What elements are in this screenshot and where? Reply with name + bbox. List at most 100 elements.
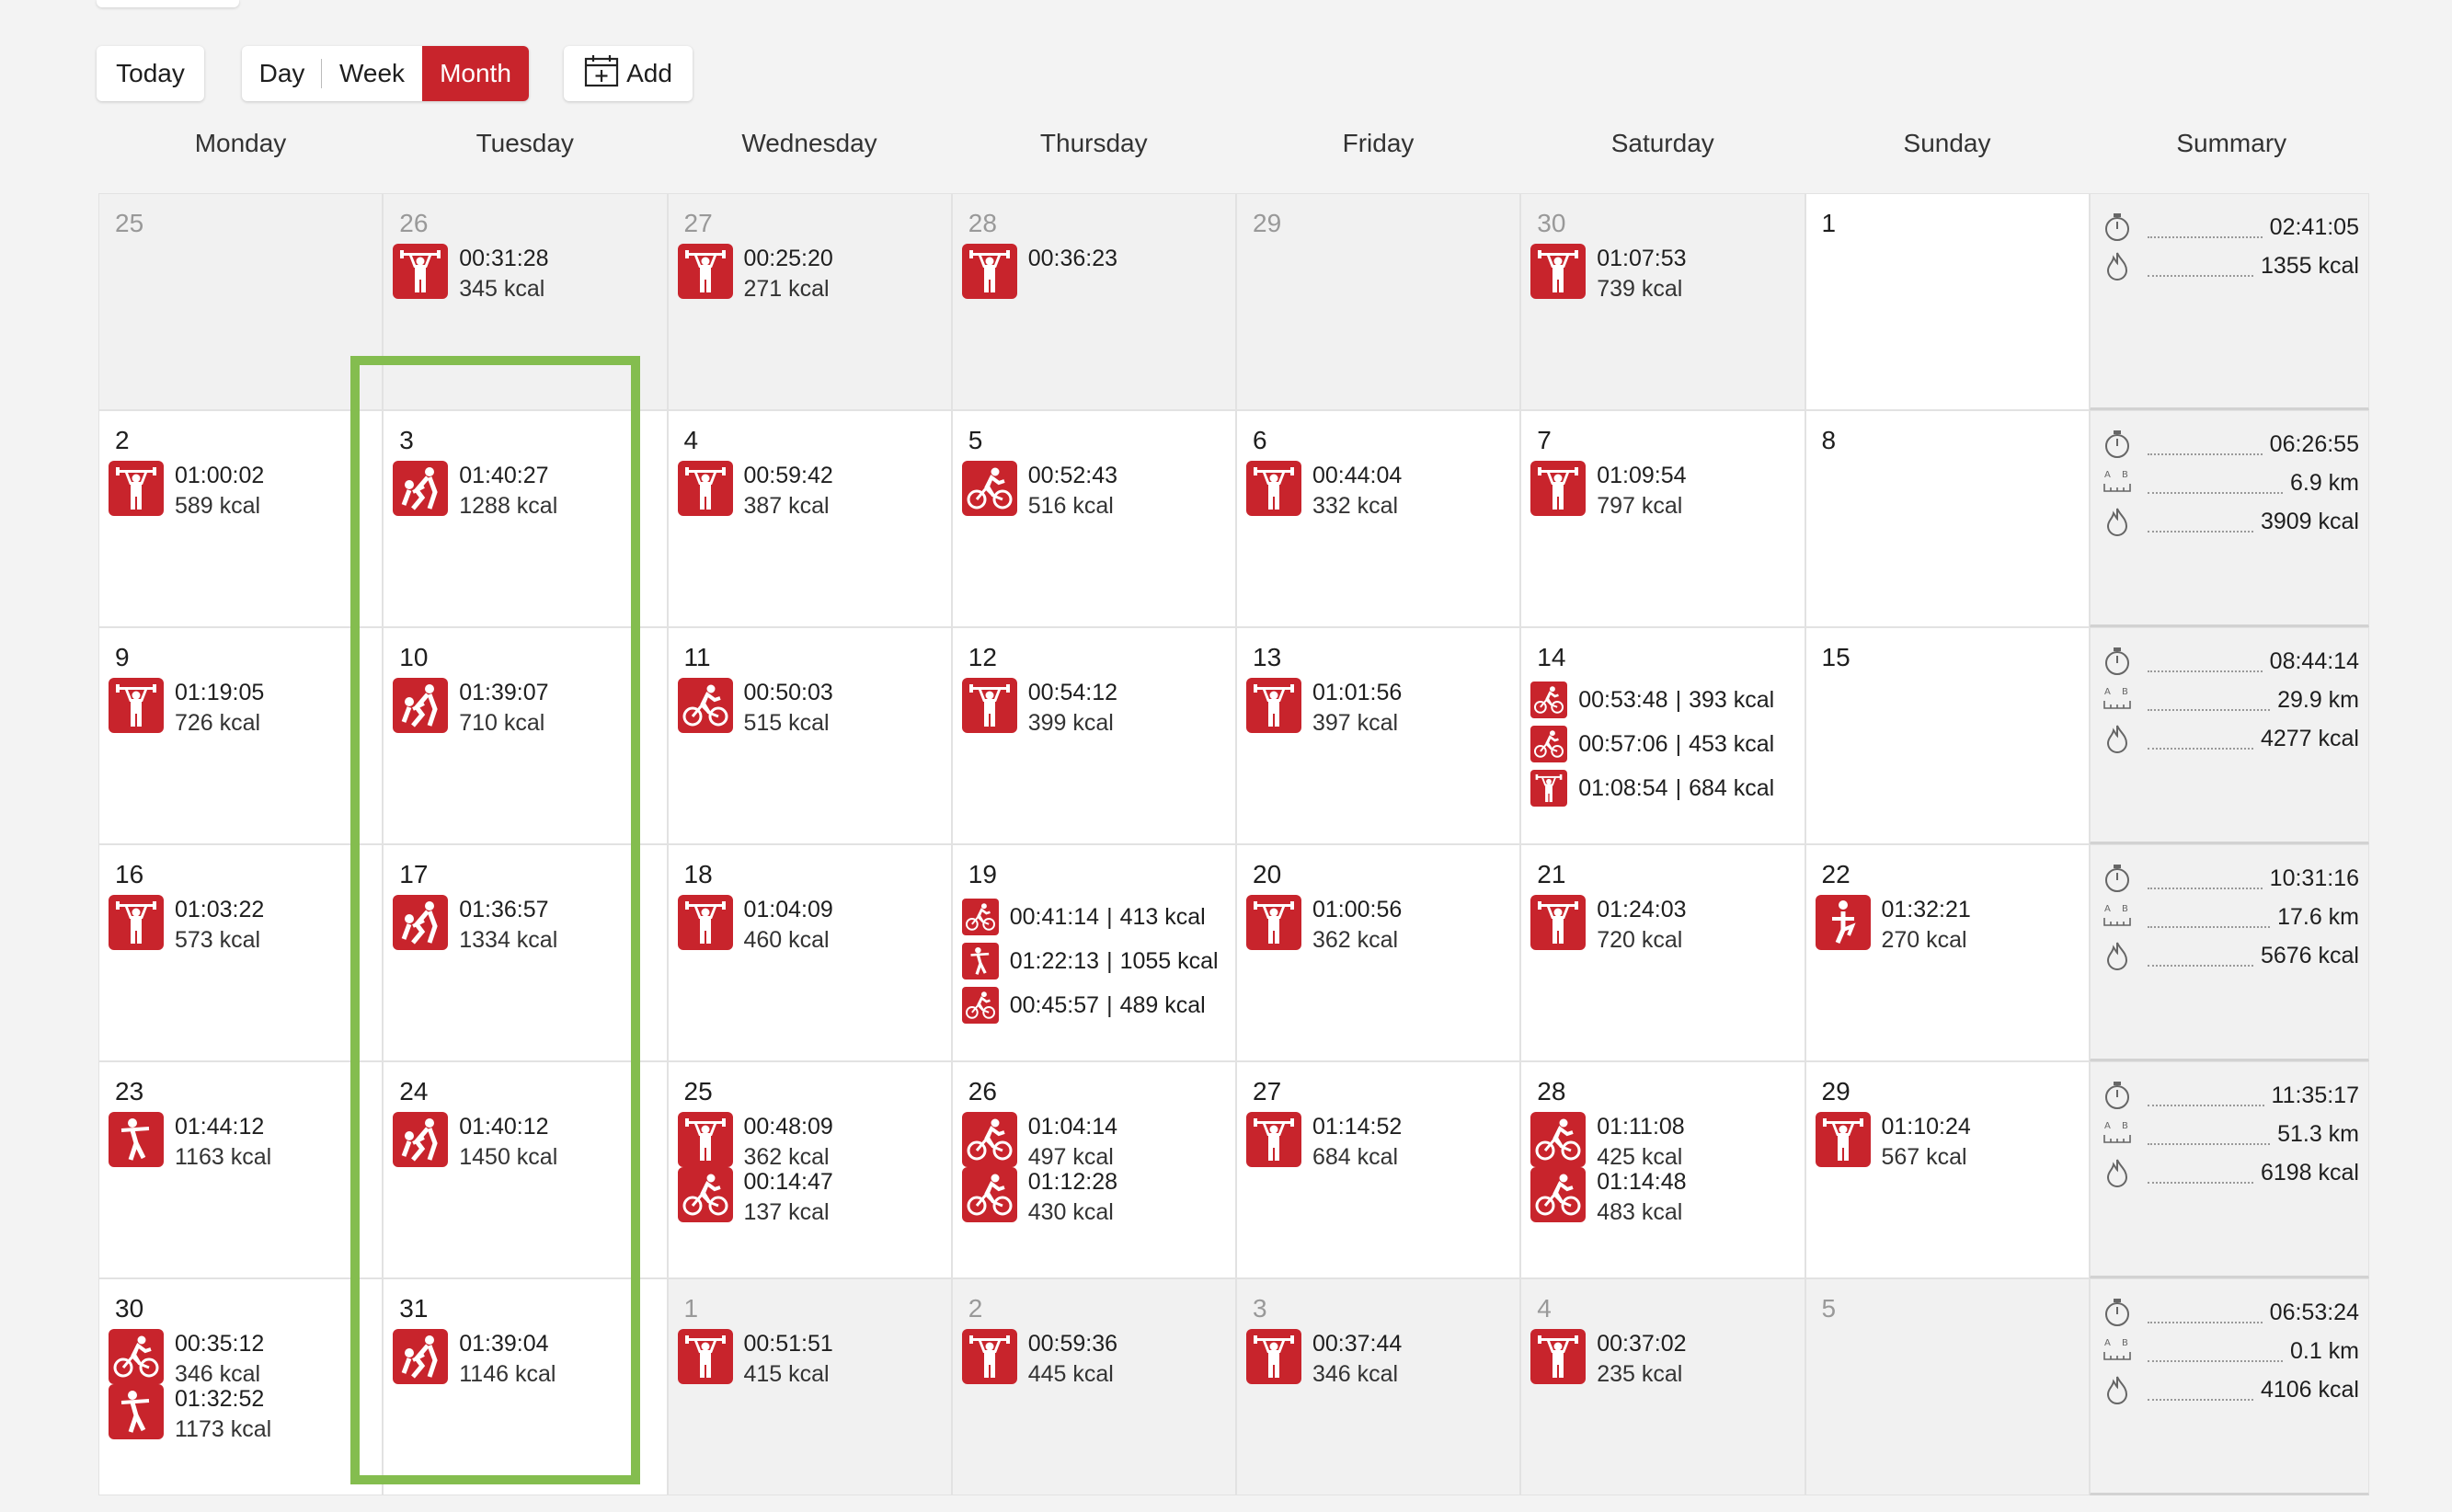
workout-entry[interactable]: 01:32:21 270 kcal — [1815, 895, 2085, 956]
workout-entry[interactable]: 01:40:27 1288 kcal — [393, 461, 662, 521]
day-cell[interactable]: 1 — [1805, 193, 2090, 410]
day-cell[interactable]: 28 00:36:23 — [951, 193, 1236, 410]
day-cell[interactable]: 9 01:19:05 726 kcal — [98, 627, 384, 844]
day-cell[interactable]: 11 00:50:03 515 kcal — [667, 627, 952, 844]
workout-entry[interactable]: 01:00:56 362 kcal — [1246, 895, 1516, 956]
day-cell[interactable]: 17 01:36:57 1334 kcal — [383, 844, 668, 1061]
workout-entry[interactable]: 01:14:52 684 kcal — [1246, 1112, 1516, 1173]
stopwatch-icon — [2102, 429, 2133, 460]
workout-entry[interactable]: 00:57:06 | 453 kcal — [1530, 726, 1800, 762]
weightlifting-icon — [961, 244, 1017, 299]
workout-entry[interactable]: 01:36:57 1334 kcal — [393, 895, 662, 956]
day-cell[interactable]: 25 00:48:09 362 kcal 00:14:47 137 kcal — [667, 1061, 952, 1278]
day-cell[interactable]: 31 01:39:04 1146 kcal — [383, 1278, 668, 1495]
day-cell[interactable]: 10 01:39:07 710 kcal — [383, 627, 668, 844]
day-cell[interactable]: 22 01:32:21 270 kcal — [1805, 844, 2090, 1061]
workout-entry[interactable]: 01:09:54 797 kcal — [1530, 461, 1800, 521]
workout-entry[interactable]: 00:36:23 — [961, 244, 1232, 299]
week-view-button[interactable]: Week — [322, 46, 422, 101]
workout-entry[interactable]: 00:31:28 345 kcal — [393, 244, 662, 304]
workout-entry[interactable]: 01:22:13 | 1055 kcal — [961, 943, 1232, 979]
distance-icon: AB — [2102, 901, 2133, 933]
add-button[interactable]: Add — [564, 46, 693, 101]
summary-calories-row: 4106 kcal — [2102, 1371, 2359, 1408]
day-cell[interactable]: 18 01:04:09 460 kcal — [667, 844, 952, 1061]
day-cell[interactable]: 29 01:10:24 567 kcal — [1805, 1061, 2090, 1278]
day-cell[interactable]: 30 00:35:12 346 kcal 01:32:52 1173 kcal — [98, 1278, 384, 1495]
workout-entry[interactable]: 00:25:20 271 kcal — [677, 244, 947, 304]
workout-entry[interactable]: 01:19:05 726 kcal — [109, 678, 378, 739]
workout-entry[interactable]: 00:48:09 362 kcal — [677, 1112, 947, 1173]
workout-entry[interactable]: 00:44:04 332 kcal — [1246, 461, 1516, 521]
day-cell[interactable]: 23 01:44:12 1163 kcal — [98, 1061, 384, 1278]
day-cell[interactable]: 16 01:03:22 573 kcal — [98, 844, 384, 1061]
workout-entry[interactable]: 01:11:08 425 kcal — [1530, 1112, 1800, 1173]
day-cell[interactable]: 14 00:53:48 | 393 kcal 00:57:06 | 453 kcal 01:0… — [1520, 627, 1805, 844]
workout-entry[interactable]: 00:50:03 515 kcal — [677, 678, 947, 739]
workout-entry[interactable]: 00:37:02 235 kcal — [1530, 1329, 1800, 1390]
day-cell[interactable]: 26 01:04:14 497 kcal 01:12:28 430 kcal — [951, 1061, 1236, 1278]
day-cell[interactable]: 4 00:59:42 387 kcal — [667, 410, 952, 627]
dotted-leader — [2147, 523, 2253, 533]
day-cell[interactable]: 2 00:59:36 445 kcal — [951, 1278, 1236, 1495]
yoga-icon — [1815, 895, 1871, 950]
workout-entry[interactable]: 01:00:02 589 kcal — [109, 461, 378, 521]
workout-entry[interactable]: 01:44:12 1163 kcal — [109, 1112, 378, 1173]
workout-entry[interactable]: 01:03:22 573 kcal — [109, 895, 378, 956]
workout-entry[interactable]: 01:01:56 397 kcal — [1246, 678, 1516, 739]
day-cell[interactable]: 2 01:00:02 589 kcal — [98, 410, 384, 627]
workout-entry[interactable]: 01:39:04 1146 kcal — [393, 1329, 662, 1390]
day-cell[interactable]: 8 — [1805, 410, 2090, 627]
day-cell[interactable]: 28 01:11:08 425 kcal 01:14:48 483 kcal — [1520, 1061, 1805, 1278]
flame-icon — [2102, 940, 2133, 971]
workout-entry[interactable]: 01:07:53 739 kcal — [1530, 244, 1800, 304]
workout-entry[interactable]: 00:53:48 | 393 kcal — [1530, 682, 1800, 718]
day-cell[interactable]: 24 01:40:12 1450 kcal — [383, 1061, 668, 1278]
workout-entry[interactable]: 01:04:14 497 kcal — [961, 1112, 1232, 1173]
workout-entry[interactable]: 00:14:47 137 kcal — [677, 1167, 947, 1228]
workout-entry[interactable]: 00:35:12 346 kcal — [109, 1329, 378, 1390]
weightlifting-icon — [677, 1329, 733, 1384]
day-cell[interactable]: 3 00:37:44 346 kcal — [1236, 1278, 1521, 1495]
workout-entry[interactable]: 01:39:07 710 kcal — [393, 678, 662, 739]
workout-entry[interactable]: 01:32:52 1173 kcal — [109, 1384, 378, 1445]
workout-duration: 01:24:03 — [1597, 897, 1687, 922]
day-cell[interactable]: 7 01:09:54 797 kcal — [1520, 410, 1805, 627]
day-cell[interactable]: 3 01:40:27 1288 kcal — [383, 410, 668, 627]
workout-entry[interactable]: 00:41:14 | 413 kcal — [961, 899, 1232, 935]
day-cell[interactable]: 19 00:41:14 | 413 kcal 01:22:13 | 1055 kcal 00:… — [951, 844, 1236, 1061]
day-cell[interactable]: 20 01:00:56 362 kcal — [1236, 844, 1521, 1061]
day-cell[interactable]: 30 01:07:53 739 kcal — [1520, 193, 1805, 410]
workout-entry[interactable]: 00:51:51 415 kcal — [677, 1329, 947, 1390]
day-cell[interactable]: 26 00:31:28 345 kcal — [383, 193, 668, 410]
workout-entry[interactable]: 01:40:12 1450 kcal — [393, 1112, 662, 1173]
day-cell[interactable]: 4 00:37:02 235 kcal — [1520, 1278, 1805, 1495]
workout-entry[interactable]: 00:54:12 399 kcal — [961, 678, 1232, 739]
day-cell[interactable]: 1 00:51:51 415 kcal — [667, 1278, 952, 1495]
day-cell[interactable]: 12 00:54:12 399 kcal — [951, 627, 1236, 844]
day-view-button[interactable]: Day — [242, 46, 322, 101]
workout-entry[interactable]: 00:59:36 445 kcal — [961, 1329, 1232, 1390]
workout-entry[interactable]: 00:45:57 | 489 kcal — [961, 987, 1232, 1024]
workout-entry[interactable]: 01:10:24 567 kcal — [1815, 1112, 2085, 1173]
day-cell[interactable]: 27 00:25:20 271 kcal — [667, 193, 952, 410]
workout-entry[interactable]: 00:37:44 346 kcal — [1246, 1329, 1516, 1390]
day-cell[interactable]: 21 01:24:03 720 kcal — [1520, 844, 1805, 1061]
day-cell[interactable]: 5 — [1805, 1278, 2090, 1495]
workout-entry[interactable]: 01:04:09 460 kcal — [677, 895, 947, 956]
workout-entry[interactable]: 01:24:03 720 kcal — [1530, 895, 1800, 956]
day-cell[interactable]: 15 — [1805, 627, 2090, 844]
today-button[interactable]: Today — [97, 46, 204, 101]
workout-entry[interactable]: 01:12:28 430 kcal — [961, 1167, 1232, 1228]
workout-entry[interactable]: 00:52:43 516 kcal — [961, 461, 1232, 521]
workout-entry[interactable]: 01:08:54 | 684 kcal — [1530, 770, 1800, 807]
month-view-button[interactable]: Month — [422, 46, 529, 101]
workout-entry[interactable]: 01:14:48 483 kcal — [1530, 1167, 1800, 1228]
day-cell[interactable]: 5 00:52:43 516 kcal — [951, 410, 1236, 627]
day-cell[interactable]: 25 — [98, 193, 384, 410]
day-cell[interactable]: 6 00:44:04 332 kcal — [1236, 410, 1521, 627]
day-cell[interactable]: 29 — [1236, 193, 1521, 410]
workout-entry[interactable]: 00:59:42 387 kcal — [677, 461, 947, 521]
day-cell[interactable]: 13 01:01:56 397 kcal — [1236, 627, 1521, 844]
day-cell[interactable]: 27 01:14:52 684 kcal — [1236, 1061, 1521, 1278]
